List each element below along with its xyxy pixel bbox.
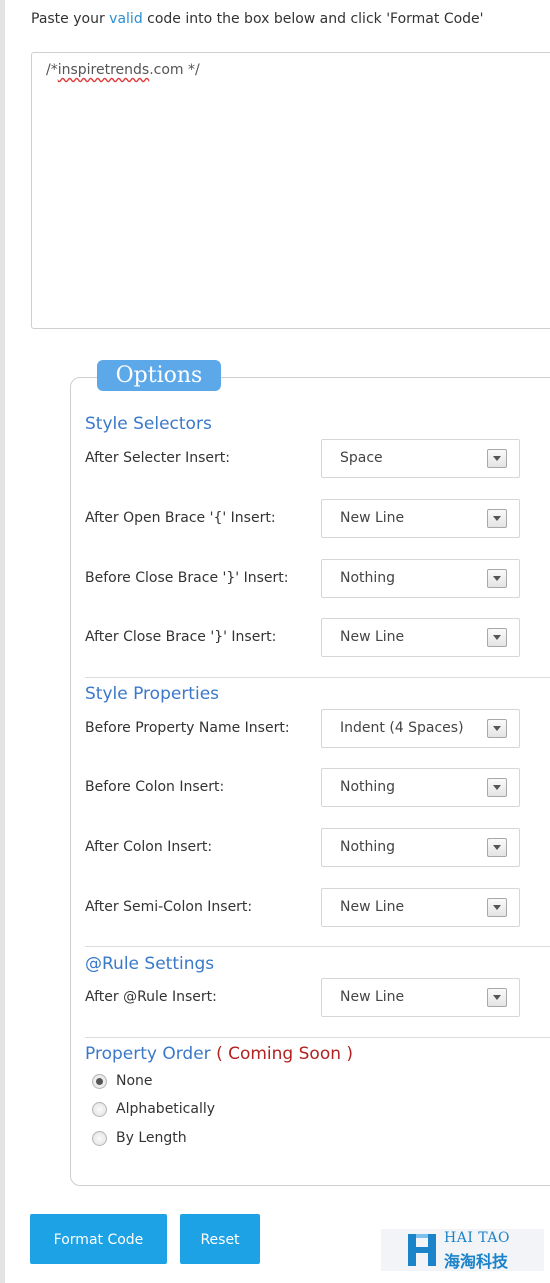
select-value: Indent (4 Spaces) [340,720,464,736]
chevron-down-icon [487,719,507,738]
label-before-close-brace: Before Close Brace '}' Insert: [85,570,289,586]
watermark-bottom-text: 海淘科技 [444,1252,509,1271]
divider [85,946,550,947]
select-after-close-brace[interactable]: New Line [321,618,520,657]
label-before-colon: Before Colon Insert: [85,779,225,795]
radio-checked-icon[interactable] [92,1074,107,1089]
instruction-after: code into the box below and click 'Forma… [142,11,484,27]
code-content: /*inspiretrends.com */ [46,62,200,78]
select-value: Nothing [340,839,396,855]
label-after-colon: After Colon Insert: [85,839,213,855]
label-after-selecter: After Selecter Insert: [85,450,230,466]
select-after-rule[interactable]: New Line [321,978,520,1017]
select-after-colon[interactable]: Nothing [321,828,520,867]
chevron-down-icon [487,898,507,917]
radio-unchecked-icon[interactable] [92,1102,107,1117]
label-after-close-brace: After Close Brace '}' Insert: [85,629,277,645]
haitao-logo-icon [408,1234,436,1266]
select-before-property-name[interactable]: Indent (4 Spaces) [321,709,520,748]
radio-label: None [116,1073,153,1089]
select-after-open-brace[interactable]: New Line [321,499,520,538]
select-value: New Line [340,899,405,915]
section-style-selectors: Style Selectors [85,414,212,434]
select-value: Nothing [340,779,396,795]
label-after-rule: After @Rule Insert: [85,989,217,1005]
label-after-semicolon: After Semi-Colon Insert: [85,899,253,915]
instruction-before: Paste your [31,11,110,27]
property-order-title: Property Order [85,1044,211,1064]
select-value: New Line [340,629,405,645]
divider [85,1037,550,1038]
select-after-selecter[interactable]: Space [321,439,520,478]
select-before-colon[interactable]: Nothing [321,768,520,807]
select-value: Nothing [340,570,396,586]
chevron-down-icon [487,778,507,797]
select-value: New Line [340,989,405,1005]
instruction-text: Paste your valid code into the box below… [31,9,484,29]
chevron-down-icon [487,449,507,468]
code-prefix: /* [46,62,58,78]
section-style-properties: Style Properties [85,684,220,704]
section-rule-settings: @Rule Settings [85,954,215,974]
label-before-property-name: Before Property Name Insert: [85,720,290,736]
watermark-top-text: HAI TAO [444,1230,510,1246]
select-value: New Line [340,510,405,526]
select-value: Space [340,450,383,466]
radio-unchecked-icon[interactable] [92,1131,107,1146]
divider [85,677,550,678]
format-code-button[interactable]: Format Code [30,1214,167,1264]
code-misspelled: inspiretrends [57,62,150,78]
instruction-highlight: valid [109,11,143,27]
coming-soon-note: ( Coming Soon ) [216,1044,354,1064]
options-legend: Options [97,360,221,391]
chevron-down-icon [487,628,507,647]
chevron-down-icon [487,569,507,588]
reset-button[interactable]: Reset [180,1214,260,1264]
label-after-open-brace: After Open Brace '{' Insert: [85,510,276,526]
code-textarea[interactable]: /*inspiretrends.com */ [31,52,550,329]
radio-label: Alphabetically [116,1101,216,1117]
page: Paste your valid code into the box below… [0,0,550,1283]
chevron-down-icon [487,838,507,857]
code-suffix: .com */ [149,62,200,78]
left-rail [0,0,5,1283]
chevron-down-icon [487,509,507,528]
select-before-close-brace[interactable]: Nothing [321,559,520,598]
radio-label: By Length [116,1130,187,1146]
select-after-semicolon[interactable]: New Line [321,888,520,927]
haitao-watermark-logo: HAI TAO 海淘科技 [381,1229,544,1271]
chevron-down-icon [487,988,507,1007]
section-property-order: Property Order ( Coming Soon ) [85,1044,353,1064]
